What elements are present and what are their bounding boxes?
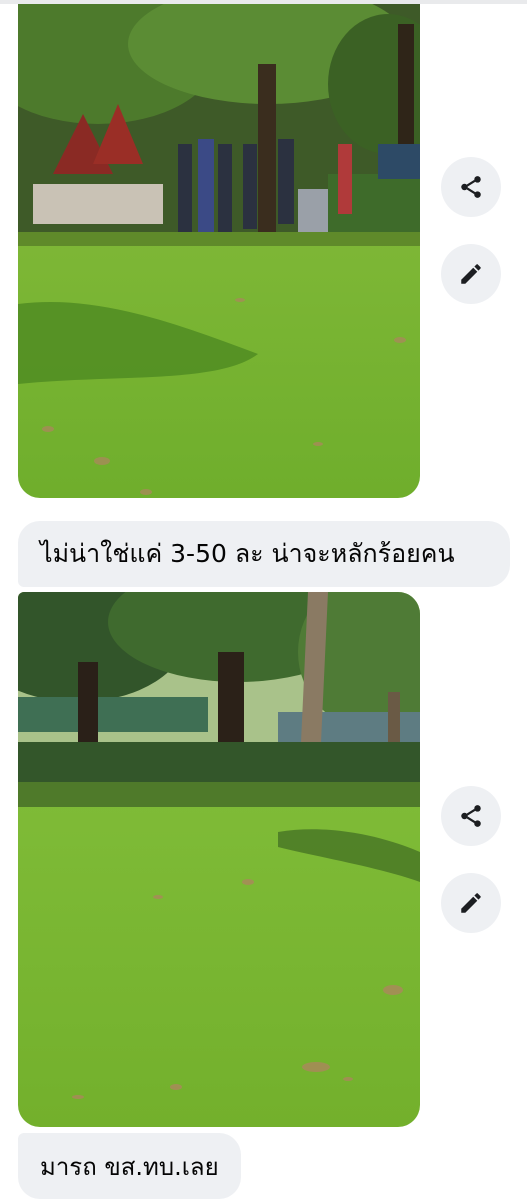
message-bubble[interactable]: ไม่น่าใช่แค่ 3-50 ละ น่าจะหลักร้อยคน: [18, 521, 510, 587]
pencil-icon: [461, 264, 481, 284]
edit-button[interactable]: [441, 244, 501, 304]
message-text: ไม่น่าใช่แค่ 3-50 ละ น่าจะหลักร้อยคน: [40, 539, 455, 568]
share-button-2[interactable]: [441, 786, 501, 846]
share-icon: [461, 176, 481, 198]
photo-park-buses: [18, 592, 420, 1127]
share-icon: [461, 805, 481, 827]
message-bubble-2[interactable]: มารถ ขส.ทบ.เลย: [18, 1133, 241, 1199]
photo-park-people: [18, 4, 420, 498]
chat-photo-1[interactable]: [18, 4, 420, 498]
pencil-icon: [461, 893, 481, 913]
chat-photo-2[interactable]: [18, 592, 420, 1127]
share-button[interactable]: [441, 157, 501, 217]
edit-button-2[interactable]: [441, 873, 501, 933]
message-text: มารถ ขส.ทบ.เลย: [40, 1152, 219, 1181]
